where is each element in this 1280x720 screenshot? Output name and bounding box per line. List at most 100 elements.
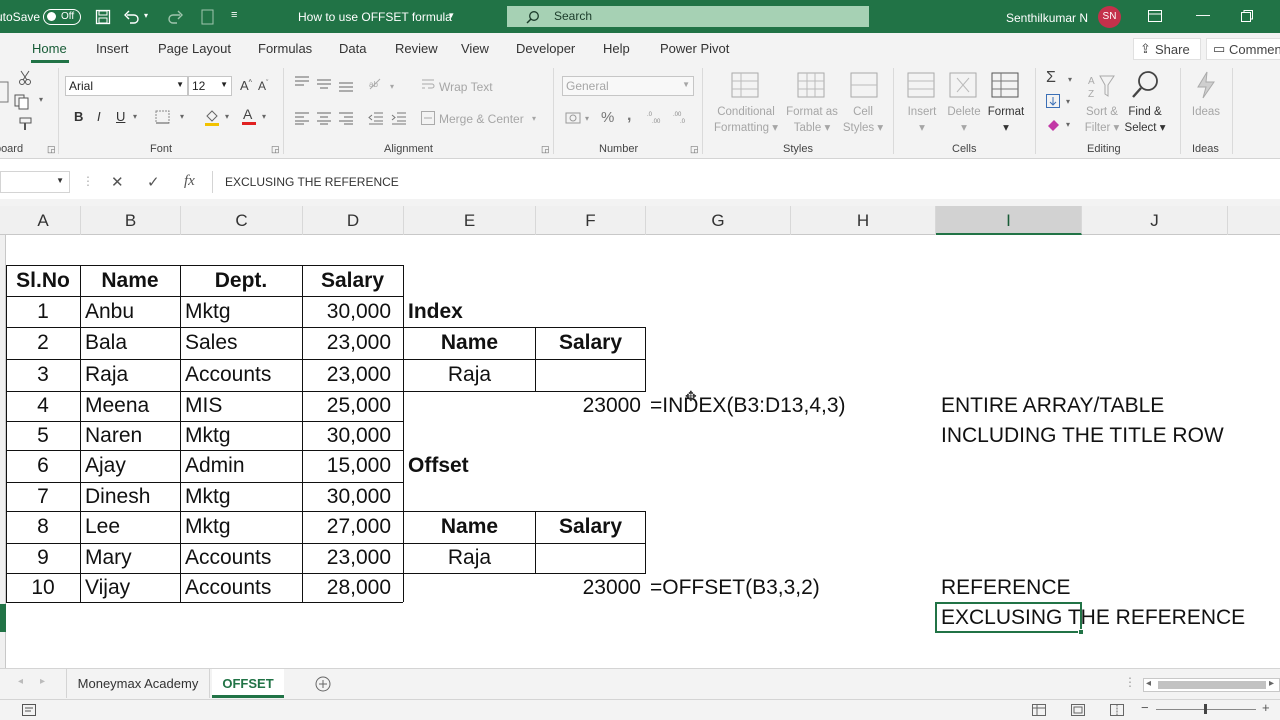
accessibility-icon[interactable]	[22, 704, 36, 716]
tab-view[interactable]: View	[461, 41, 489, 56]
underline-dropdown-icon[interactable]: ▾	[133, 112, 137, 121]
conditional-formatting-icon[interactable]	[731, 72, 761, 100]
find-select-label[interactable]: Find & Select ▾	[1122, 104, 1168, 136]
offset-salary-header[interactable]: Salary	[536, 512, 645, 542]
zoom-in-icon[interactable]: +	[1262, 700, 1270, 715]
format-cells-icon[interactable]	[991, 72, 1021, 100]
cut-icon[interactable]	[18, 70, 32, 86]
page-layout-view-icon[interactable]	[1071, 704, 1085, 716]
font-color-icon[interactable]: A	[241, 106, 257, 126]
wrap-text-label[interactable]: Wrap Text	[439, 80, 493, 94]
table-cell[interactable]: 23,000	[302, 328, 391, 358]
table-cell[interactable]: 6	[6, 451, 80, 481]
scroll-left-icon[interactable]: ◂	[1146, 678, 1151, 689]
align-left-icon[interactable]	[294, 111, 310, 125]
comma-style-icon[interactable]: ,	[627, 107, 631, 125]
format-cells-label[interactable]: Format ▾	[984, 104, 1028, 136]
font-launcher-icon[interactable]: ◲	[271, 144, 280, 155]
table-cell[interactable]: 23,000	[302, 543, 391, 573]
sheet-tab-moneymax[interactable]: Moneymax Academy	[66, 669, 210, 698]
fill-icon[interactable]	[1046, 94, 1060, 108]
table-cell[interactable]: 7	[6, 482, 80, 512]
insert-cells-icon[interactable]	[907, 72, 937, 100]
table-cell[interactable]: 10	[6, 573, 80, 603]
index-title[interactable]: Index	[408, 297, 463, 327]
column-header-d[interactable]: D	[303, 206, 404, 235]
offset-formula-text[interactable]: =OFFSET(B3,3,2)	[650, 573, 820, 603]
user-name[interactable]: Senthilkumar N	[1006, 11, 1088, 25]
bold-button[interactable]: B	[74, 109, 83, 124]
increase-decimal-icon[interactable]: .0.00	[647, 110, 665, 124]
table-cell[interactable]: 30,000	[302, 482, 391, 512]
tab-review[interactable]: Review	[395, 41, 438, 56]
column-header-b[interactable]: B	[81, 206, 181, 235]
offset-name-value[interactable]: Raja	[404, 543, 535, 573]
table-cell[interactable]: 27,000	[302, 512, 391, 542]
delete-cells-label[interactable]: Delete ▾	[944, 104, 984, 136]
tab-insert[interactable]: Insert	[96, 41, 129, 56]
orientation-dropdown-icon[interactable]: ▾	[390, 82, 394, 91]
formula-input[interactable]: EXCLUSING THE REFERENCE	[212, 171, 1280, 193]
sort-filter-icon[interactable]: AZ	[1087, 72, 1117, 102]
table-cell[interactable]: Dinesh	[85, 482, 150, 512]
tab-page-layout[interactable]: Page Layout	[158, 41, 231, 56]
autosave-toggle[interactable]: Off	[43, 9, 81, 25]
alignment-launcher-icon[interactable]: ◲	[541, 144, 550, 155]
table-cell[interactable]: Accounts	[185, 543, 271, 573]
comments-button[interactable]: ▭ Comments	[1206, 38, 1280, 60]
table-cell[interactable]: Admin	[185, 451, 245, 481]
table-cell[interactable]: MIS	[185, 391, 222, 421]
merge-center-label[interactable]: Merge & Center	[439, 112, 524, 126]
table-cell[interactable]: Mktg	[185, 482, 231, 512]
page-break-view-icon[interactable]	[1110, 704, 1124, 716]
table-cell[interactable]: Bala	[85, 328, 127, 358]
underline-button[interactable]: U	[116, 109, 125, 124]
table-cell[interactable]: 15,000	[302, 451, 391, 481]
avatar[interactable]: SN	[1098, 6, 1121, 28]
align-center-icon[interactable]	[316, 111, 332, 125]
borders-dropdown-icon[interactable]: ▾	[180, 112, 184, 121]
print-preview-icon[interactable]	[201, 9, 215, 25]
column-header-j[interactable]: J	[1082, 206, 1228, 235]
table-cell[interactable]: 30,000	[302, 297, 391, 327]
redo-icon[interactable]	[166, 9, 184, 25]
sheet-scroll-right-icon[interactable]: ▸	[40, 676, 45, 687]
align-bottom-icon[interactable]	[338, 79, 354, 93]
ideas-icon[interactable]	[1193, 70, 1219, 100]
header-dept[interactable]: Dept.	[180, 266, 302, 296]
tab-home[interactable]: Home	[32, 41, 67, 56]
table-cell[interactable]: Vijay	[85, 573, 130, 603]
increase-indent-icon[interactable]	[391, 111, 407, 125]
font-size-select[interactable]: 12 ▼	[188, 76, 232, 96]
formula-bar-grip-icon[interactable]: ⋮	[82, 174, 94, 188]
offset-result[interactable]: 23000	[536, 573, 641, 603]
share-button[interactable]: ⇪ Share	[1133, 38, 1201, 60]
copy-icon[interactable]	[14, 94, 30, 110]
name-box[interactable]: ▼	[0, 171, 70, 193]
fill-color-icon[interactable]	[204, 108, 220, 126]
column-header-i[interactable]: I	[936, 206, 1082, 235]
table-cell[interactable]: Mktg	[185, 421, 231, 451]
font-name-select[interactable]: Arial ▼	[65, 76, 188, 96]
table-cell[interactable]: 8	[6, 512, 80, 542]
enter-icon[interactable]: ✓	[147, 173, 160, 191]
column-header-g[interactable]: G	[646, 206, 791, 235]
table-cell[interactable]: Mktg	[185, 512, 231, 542]
restore-icon[interactable]	[1241, 10, 1253, 22]
table-cell[interactable]: Accounts	[185, 360, 271, 390]
index-salary-header[interactable]: Salary	[536, 328, 645, 358]
tab-help[interactable]: Help	[603, 41, 630, 56]
customize-toolbar-icon[interactable]: ≡	[231, 9, 237, 21]
tab-formulas[interactable]: Formulas	[258, 41, 312, 56]
table-cell[interactable]: Naren	[85, 421, 142, 451]
index-name-header[interactable]: Name	[404, 328, 535, 358]
add-sheet-icon[interactable]	[315, 676, 331, 692]
sheet-grid[interactable]: Sl.No Name Dept. Salary 1 Anbu Mktg 30,0…	[0, 235, 1280, 668]
column-header-e[interactable]: E	[404, 206, 536, 235]
undo-icon[interactable]	[123, 9, 141, 25]
index-result[interactable]: 23000	[536, 391, 641, 421]
column-header-c[interactable]: C	[181, 206, 303, 235]
index-note-2[interactable]: INCLUDING THE TITLE ROW	[941, 421, 1224, 451]
borders-icon[interactable]	[155, 110, 171, 124]
search-box[interactable]: Search	[507, 6, 869, 27]
